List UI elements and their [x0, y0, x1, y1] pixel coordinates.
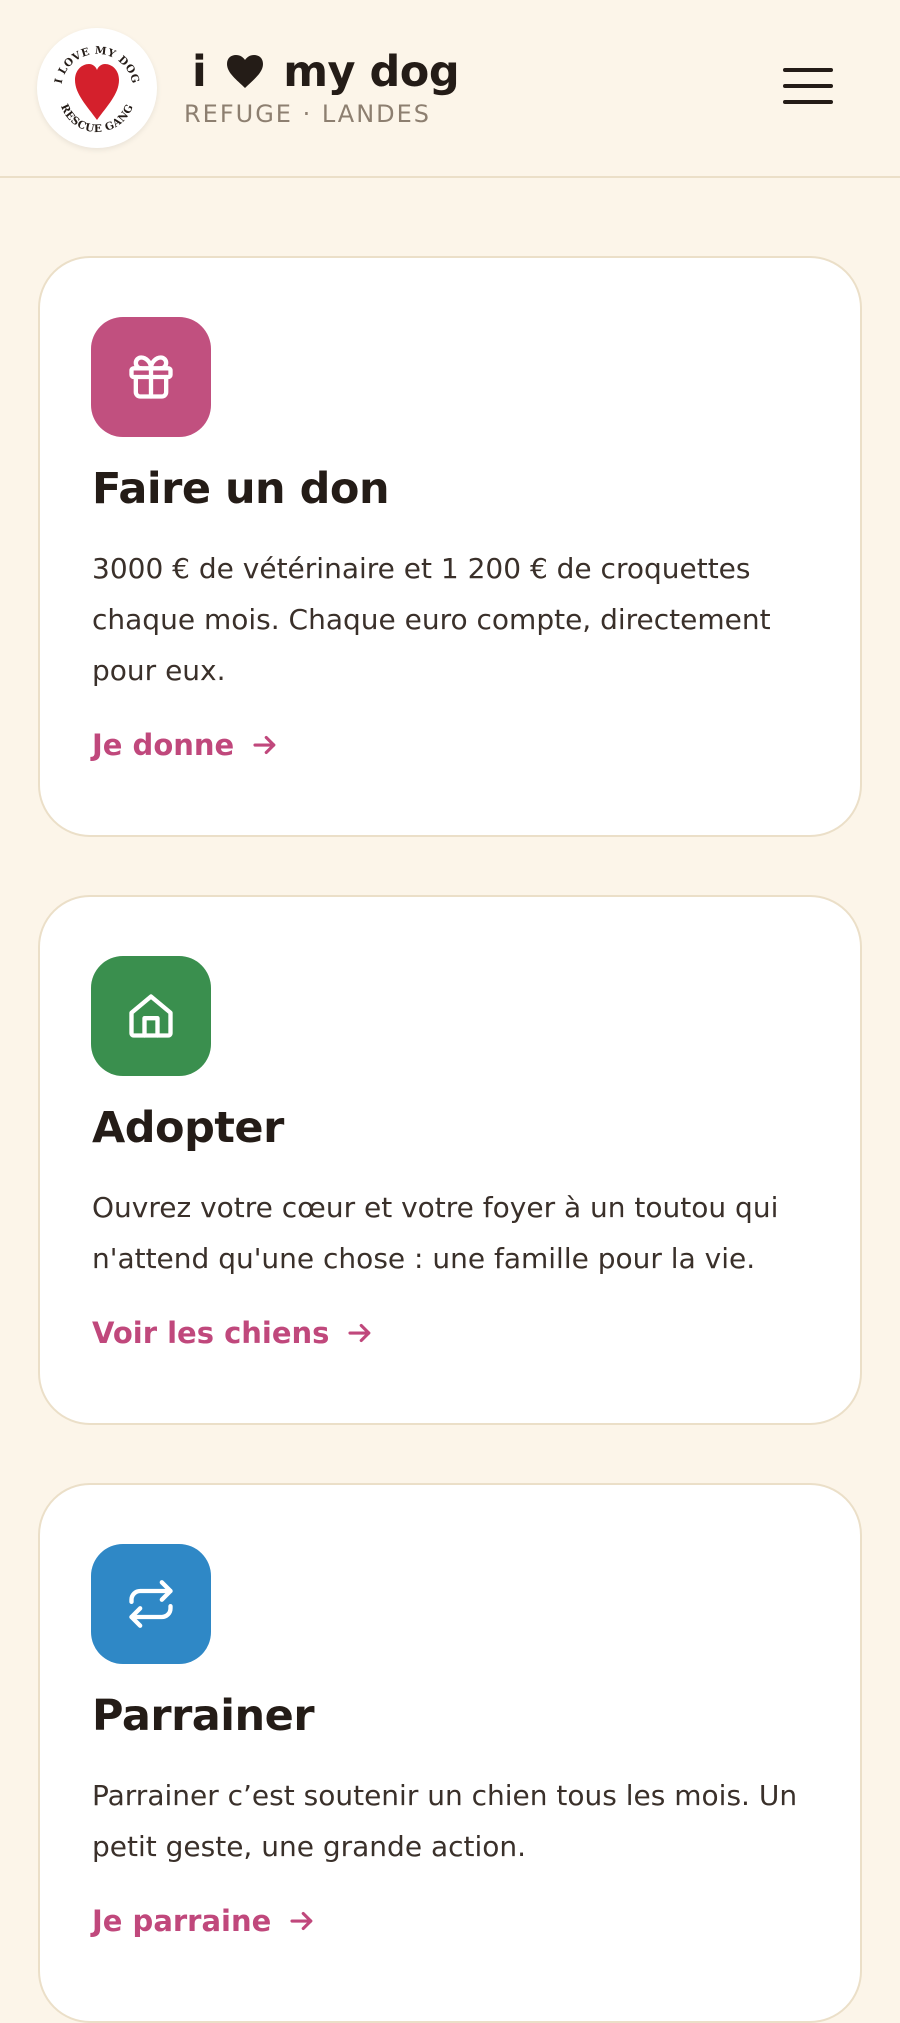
sponsor-card-icon — [91, 1544, 211, 1664]
adopt-card-title: Adopter — [92, 1103, 284, 1153]
brand-subtitle: REFUGE · LANDES — [184, 100, 432, 128]
sponsor-card-title: Parrainer — [92, 1691, 315, 1741]
sponsor-card-text: Parrainer c’est soutenir un chien tous l… — [92, 1779, 798, 1863]
sponsor-link[interactable]: Je parraine — [92, 1904, 317, 1938]
gift-icon — [129, 355, 173, 399]
site-header: I LOVE MY DOG RESCUE GANG i my dog REFUG… — [0, 0, 900, 178]
rescue-gang-heart-logo-icon: I LOVE MY DOG RESCUE GANG — [39, 30, 155, 146]
arrow-right-icon — [290, 1911, 313, 1931]
see-dogs-link-label: Voir les chiens — [92, 1316, 330, 1350]
arrow-right-icon — [253, 735, 276, 755]
adopt-card-text: Ouvrez votre cœur et votre foyer à un to… — [92, 1191, 779, 1275]
brand-title[interactable]: i my dog — [192, 44, 460, 100]
brand-title-post: my dog — [283, 47, 460, 97]
donate-card-icon — [91, 317, 211, 437]
see-dogs-link[interactable]: Voir les chiens — [92, 1316, 375, 1350]
adopt-card: Adopter Ouvrez votre cœur et votre foyer… — [38, 895, 862, 1425]
donate-card-title: Faire un don — [92, 464, 390, 514]
site-logo[interactable]: I LOVE MY DOG RESCUE GANG — [37, 28, 157, 148]
brand-title-pre: i — [192, 47, 207, 97]
house-icon — [129, 994, 173, 1038]
hamburger-line — [783, 100, 833, 104]
donate-link[interactable]: Je donne — [92, 728, 280, 762]
donate-card-text: 3000 € de vétérinaire et 1 200 € de croq… — [92, 552, 771, 687]
arrow-right-icon — [348, 1323, 371, 1343]
adopt-card-icon — [91, 956, 211, 1076]
sponsor-link-label: Je parraine — [92, 1904, 272, 1938]
heart-icon — [226, 55, 263, 88]
hamburger-menu-icon — [783, 68, 833, 72]
donate-link-label: Je donne — [92, 728, 235, 762]
donate-card: Faire un don 3000 € de vétérinaire et 1 … — [38, 256, 862, 837]
sponsor-card: Parrainer Parrainer c’est soutenir un ch… — [38, 1483, 862, 2023]
repeat-arrows-icon — [129, 1580, 173, 1628]
menu-button[interactable] — [780, 60, 836, 110]
hamburger-line — [783, 84, 833, 88]
